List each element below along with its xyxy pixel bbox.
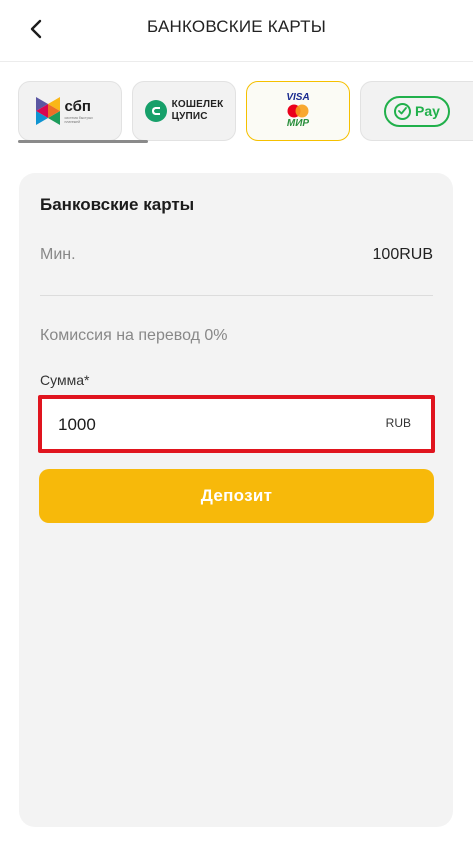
amount-currency: RUB [385, 416, 411, 430]
visa-label: VISA [286, 92, 310, 103]
cupis-label-line2: ЦУПИС [171, 111, 208, 122]
min-amount-value: 100RUB [372, 246, 433, 263]
sbp-label: сбп [64, 97, 91, 115]
payment-method-bank-cards[interactable]: VISA МИР [246, 81, 350, 141]
commission-text: Комиссия на перевод 0% [40, 327, 228, 344]
pay-logo: Pay [384, 95, 450, 127]
mir-label: МИР [286, 118, 310, 129]
amount-label: Сумма* [40, 372, 90, 388]
amount-input[interactable] [58, 412, 338, 438]
visa-mastercard-mir-logo: VISA МИР [286, 93, 310, 129]
payment-method-sbp[interactable]: сбп система быстрых платежей [18, 81, 122, 141]
pay-label: Pay [415, 103, 440, 119]
check-circle-icon [394, 102, 412, 120]
form-title: Банковские карты [40, 195, 195, 214]
cupis-logo-icon [144, 100, 167, 122]
cupis-logo: КОШЕЛЕК ЦУПИС [144, 99, 224, 123]
page-title: БАНКОВСКИЕ КАРТЫ [146, 17, 327, 36]
min-amount-label: Мин. [40, 246, 76, 263]
amount-field: RUB [38, 395, 435, 453]
divider [40, 295, 433, 296]
sbp-logo-icon [35, 97, 60, 125]
sbp-sublabel: система быстрых платежей [64, 115, 93, 124]
cupis-label-line1: КОШЕЛЕК [171, 99, 224, 110]
deposit-form-card: Банковские карты Мин. 100RUB Комиссия на… [19, 173, 453, 827]
deposit-button[interactable]: Депозит [39, 469, 434, 523]
payment-methods-carousel: сбп система быстрых платежей КОШЕЛЕК ЦУП… [18, 81, 473, 143]
payment-method-cupis[interactable]: КОШЕЛЕК ЦУПИС [132, 81, 236, 141]
top-bar: БАНКОВСКИЕ КАРТЫ [0, 0, 473, 62]
selected-tab-indicator [18, 140, 148, 143]
mastercard-icon [287, 104, 309, 118]
payment-method-pay[interactable]: Pay [360, 81, 473, 141]
sbp-logo: сбп система быстрых платежей [35, 97, 105, 125]
